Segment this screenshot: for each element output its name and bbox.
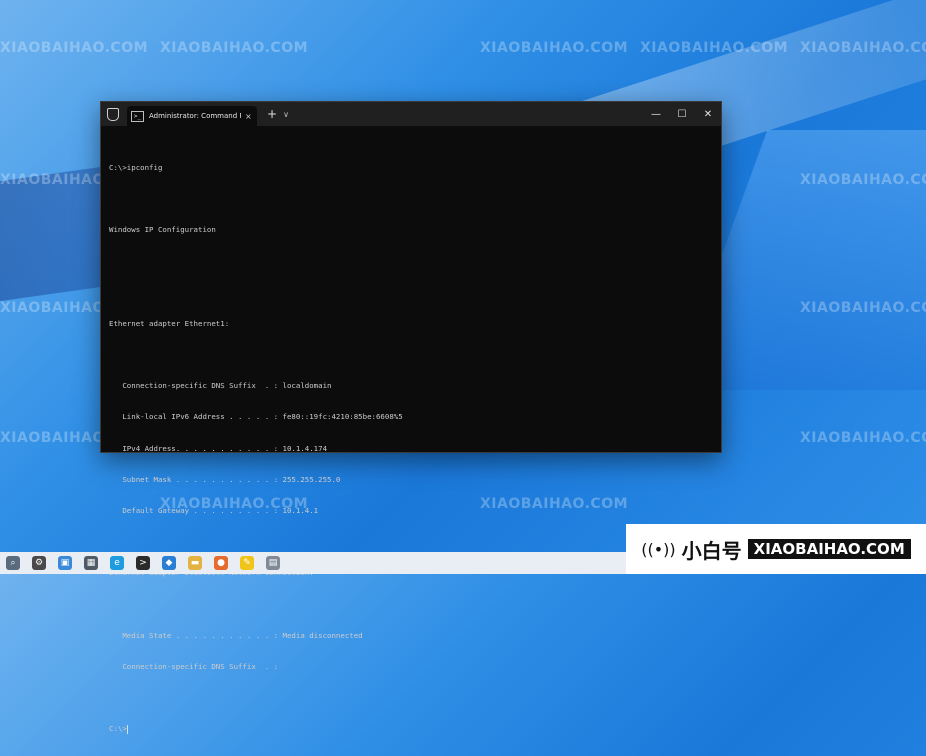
brand-en: XIAOBAIHAO.COM [747, 539, 911, 559]
console-line: Connection-specific DNS Suffix . : [109, 662, 279, 672]
console-line: Default Gateway . . . . . . . . . : 10.1… [109, 506, 319, 516]
console-line: Connection-specific DNS Suffix . : local… [109, 381, 332, 391]
console-line: Ethernet adapter Ethernet1: [109, 318, 230, 328]
search-icon[interactable]: ⌕ [6, 556, 20, 570]
watermark-text: XIAOBAIHAO.COM [160, 40, 309, 56]
minimize-button[interactable]: — [643, 109, 669, 120]
settings-icon[interactable]: ⚙ [32, 556, 46, 570]
console-line: Link-local IPv6 Address . . . . . : fe80… [109, 412, 403, 422]
close-button[interactable]: ✕ [695, 109, 721, 120]
command-prompt-icon: >_ [131, 110, 144, 122]
text-cursor [126, 724, 128, 734]
title-bar[interactable]: >_ Administrator: Command Prompt × + ∨ —… [101, 102, 721, 126]
console-line: C:\>ipconfig [109, 162, 163, 172]
calculator-icon[interactable]: ▦ [84, 556, 98, 570]
brand-logo: ((•)) 小白号 XIAOBAIHAO.COM [626, 524, 926, 574]
watermark-text: XIAOBAIHAO.COM [800, 430, 926, 446]
watermark-text: XIAOBAIHAO.COM [640, 40, 789, 56]
tab-command-prompt[interactable]: >_ Administrator: Command Prompt × [127, 106, 257, 126]
console-output[interactable]: C:\>ipconfig Windows IP Configuration Et… [101, 126, 721, 756]
tab-close-icon[interactable]: × [245, 112, 252, 121]
file-explorer-icon[interactable]: ▬ [188, 556, 202, 570]
firefox-icon[interactable]: ● [214, 556, 228, 570]
maximize-button[interactable]: ☐ [669, 109, 695, 120]
photos-icon[interactable]: ▣ [58, 556, 72, 570]
watermark-text: XIAOBAIHAO.COM [800, 40, 926, 56]
watermark-text: XIAOBAIHAO.COM [800, 172, 926, 188]
new-tab-button[interactable]: + [267, 107, 277, 121]
command-prompt-line[interactable]: C:\> [109, 724, 713, 734]
console-line: Windows IP Configuration [109, 225, 216, 235]
chevron-down-icon[interactable]: ∨ [283, 110, 289, 119]
terminal-window[interactable]: >_ Administrator: Command Prompt × + ∨ —… [100, 101, 722, 734]
watermark-text: XIAOBAIHAO.COM [480, 40, 629, 56]
console-line: IPv4 Address. . . . . . . . . . . : 10.1… [109, 443, 328, 453]
brand-cn: 小白号 [681, 538, 742, 563]
watermark-text: XIAOBAIHAO.COM [800, 300, 926, 316]
tab-title: Administrator: Command Prompt [149, 112, 241, 120]
radio-icon: ((•)) [641, 539, 676, 559]
edge-icon[interactable]: e [110, 556, 124, 570]
watermark-text: XIAOBAIHAO.COM [0, 40, 149, 56]
paint-icon[interactable]: ✎ [240, 556, 254, 570]
notepad-icon[interactable]: ▤ [266, 556, 280, 570]
shield-icon [107, 107, 119, 121]
console-line: Subnet Mask . . . . . . . . . . . : 255.… [109, 474, 341, 484]
vscode-icon[interactable]: ◆ [162, 556, 176, 570]
terminal-icon[interactable]: > [136, 556, 150, 570]
prompt-text: C:\> [109, 724, 127, 734]
console-line: Media State . . . . . . . . . . . : Medi… [109, 630, 363, 640]
